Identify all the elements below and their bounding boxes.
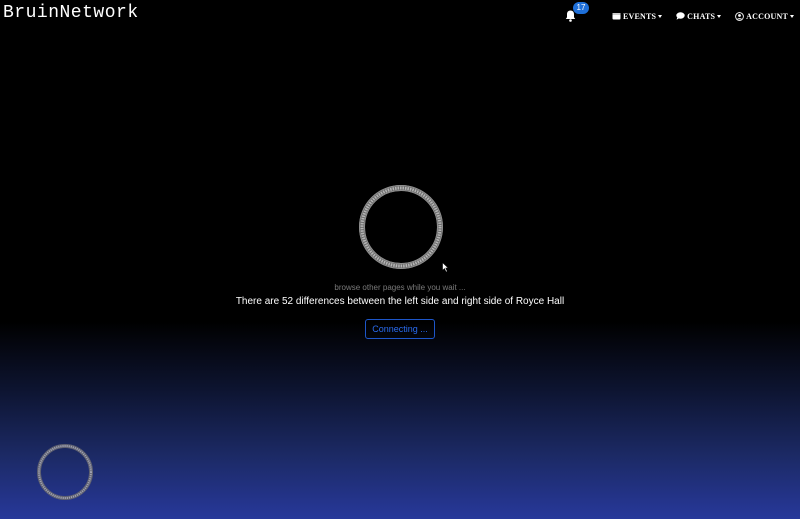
chevron-down-icon [658, 14, 663, 18]
mouse-cursor-icon [442, 262, 450, 273]
chevron-down-icon [717, 14, 722, 18]
notifications-button[interactable]: 17 [565, 2, 589, 23]
nav-right-menu: 17 EVENTS CHATS ACCOUNT [565, 2, 794, 23]
top-navbar: BruinNetwork 17 EVENTS CHATS ACCOUNT [0, 0, 800, 30]
chats-menu[interactable]: CHATS [676, 11, 722, 21]
chats-menu-label: CHATS [687, 11, 716, 21]
events-menu-label: EVENTS [622, 11, 657, 21]
user-circle-icon [735, 11, 744, 21]
loading-spinner-icon [359, 185, 443, 269]
notification-count-badge: 17 [572, 2, 589, 14]
account-menu-label: ACCOUNT [746, 11, 788, 21]
account-menu[interactable]: ACCOUNT [735, 12, 794, 21]
chat-bubble-icon [676, 12, 685, 20]
connecting-button[interactable]: Connecting ... [365, 319, 435, 339]
wait-hint-text: browse other pages while you wait ... [334, 283, 466, 292]
fun-fact-text: There are 52 differences between the lef… [235, 296, 565, 307]
brand-logo[interactable]: BruinNetwork [3, 3, 139, 23]
chevron-down-icon [790, 14, 794, 18]
events-menu[interactable]: EVENTS [612, 11, 663, 21]
small-spinner-icon [37, 444, 93, 500]
calendar-icon [612, 13, 621, 20]
